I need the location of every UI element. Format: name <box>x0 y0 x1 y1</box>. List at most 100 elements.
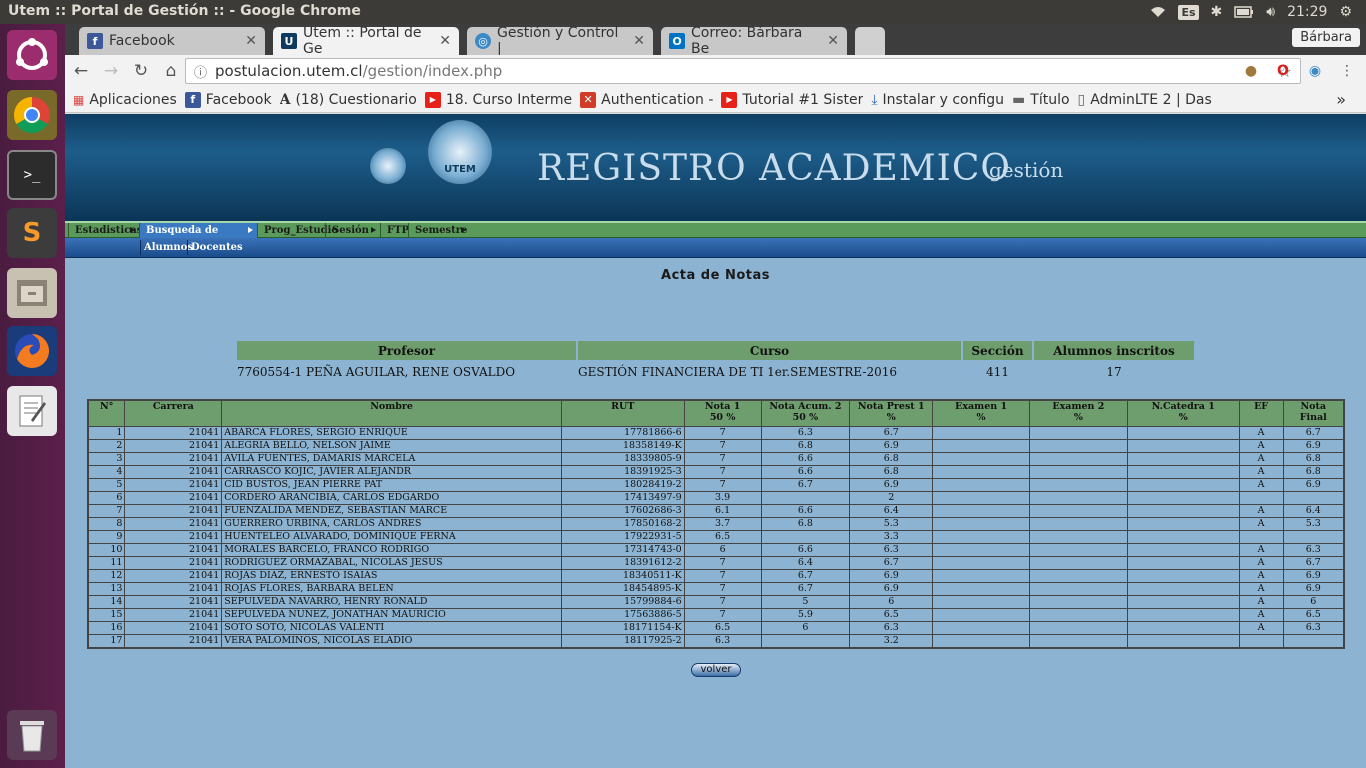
table-cell <box>1126 490 1240 505</box>
table-cell: 18391925-3 <box>560 464 685 479</box>
table-cell: 6.3 <box>1282 542 1345 557</box>
table-cell <box>1028 607 1128 622</box>
wifi-icon[interactable] <box>1150 6 1166 18</box>
menu-semestre[interactable]: Semestre <box>408 223 470 238</box>
battery-icon[interactable] <box>1234 6 1254 18</box>
info-icon[interactable]: ⓘ <box>194 62 207 81</box>
table-cell: A <box>1238 516 1284 531</box>
chrome-menu-icon[interactable]: ⋮ <box>1337 61 1357 81</box>
table-cell: CID BUSTOS, JEAN PIERRE PAT <box>221 477 562 492</box>
bluetooth-icon[interactable]: ✱ <box>1211 4 1223 20</box>
bookmark-titulo-folder[interactable]: ▬ Título <box>1012 92 1070 108</box>
close-tab-icon[interactable]: ✕ <box>827 33 839 49</box>
bookmarks-overflow-chevron[interactable]: » <box>1336 90 1346 109</box>
bookmark-tutorial[interactable]: ▶ Tutorial #1 Sister <box>721 91 863 108</box>
extension-cookie-icon[interactable]: ● <box>1241 61 1261 81</box>
menu-estadisticas[interactable]: Estadisticas <box>68 223 142 238</box>
table-cell <box>1028 503 1128 518</box>
table-cell: 6.5 <box>1282 607 1345 622</box>
menu-prog-estudio[interactable]: Prog_Estudio <box>257 223 338 238</box>
table-cell: A <box>1238 594 1284 609</box>
bookmark-instalar[interactable]: ⤓ Instalar y configu <box>871 92 1004 108</box>
table-cell <box>1028 477 1128 492</box>
bookmark-cuestionario[interactable]: A (18) Cuestionario <box>280 92 417 108</box>
tab-utem-portal[interactable]: U Utem :: Portal de Ge ✕ <box>273 25 459 57</box>
clock[interactable]: 21:29 <box>1287 4 1327 20</box>
table-cell <box>1126 438 1240 453</box>
bookmark-facebook[interactable]: f Facebook <box>184 91 272 108</box>
table-cell: 5.3 <box>1282 516 1345 531</box>
text-editor-icon[interactable] <box>7 386 57 436</box>
home-icon[interactable]: ⌂ <box>157 57 185 85</box>
grades-header-row: N° Carrera Nombre RUT Nota 1 50 % Nota A… <box>87 399 1345 427</box>
table-cell: 6.8 <box>1282 451 1345 466</box>
bookmark-authentication[interactable]: ✕ Authentication - <box>580 91 713 108</box>
forward-arrow-icon[interactable]: → <box>97 57 125 85</box>
header-alumnos-inscritos: Alumnos inscritos <box>1034 341 1194 360</box>
bookmark-curso-intermedio[interactable]: ▶ 18. Curso Interme <box>424 91 572 108</box>
trash-icon[interactable] <box>7 710 57 760</box>
web-page: UTEM REGISTRO ACADEMICO gestión Estadist… <box>65 114 1366 768</box>
table-cell: 6.3 <box>760 425 851 440</box>
chrome-launcher-icon[interactable] <box>7 90 57 140</box>
outlook-icon: O <box>669 33 685 49</box>
table-cell: MORALES BARCELO, FRANCO RODRIGO <box>221 542 562 557</box>
col-ef: EF <box>1238 399 1284 427</box>
table-cell: 8 <box>87 516 126 531</box>
table-row: 11 21041 RODRIGUEZ ORMAZABAL, NICOLAS JESU… <box>87 555 1345 570</box>
menu-ftp[interactable]: FTP <box>380 223 409 238</box>
files-icon[interactable] <box>7 268 57 318</box>
url-path: /gestion/index.php <box>362 62 503 80</box>
close-tab-icon[interactable]: ✕ <box>439 33 451 49</box>
facebook-icon: f <box>87 33 103 49</box>
table-cell: 6.4 <box>849 503 934 518</box>
table-cell <box>932 516 1030 531</box>
table-cell <box>1282 490 1345 505</box>
unity-launcher: >_ S <box>0 24 65 768</box>
table-cell: A <box>1238 503 1284 518</box>
table-cell: 21041 <box>124 477 223 492</box>
header-curso: Curso <box>578 341 961 360</box>
table-cell: 21041 <box>124 438 223 453</box>
table-row: 7 21041 FUENZALIDA MENDEZ, SEBASTIAN MARCE… <box>87 503 1345 518</box>
firefox-icon[interactable] <box>7 326 57 376</box>
site-submenu: Alumnos Docentes <box>65 238 1366 258</box>
volume-icon[interactable]: 🔊︎ <box>1266 4 1275 20</box>
table-cell <box>1126 568 1240 583</box>
tab-gestion-control[interactable]: ◎ Gestión y Control | ✕ <box>467 25 653 57</box>
banner-title: REGISTRO ACADEMICO <box>537 148 1011 189</box>
tab-correo[interactable]: O Correo: Bárbara Be ✕ <box>661 25 847 57</box>
ubuntu-dash-icon[interactable] <box>7 30 57 80</box>
table-cell: SOTO SOTO, NICOLAS VALENTI <box>221 620 562 635</box>
tab-facebook[interactable]: f Facebook ✕ <box>79 27 265 55</box>
volver-button[interactable]: volver <box>691 663 741 677</box>
install-icon: ⤓ <box>871 91 878 108</box>
close-tab-icon[interactable]: ✕ <box>633 33 645 49</box>
table-cell <box>760 529 851 544</box>
close-tab-icon[interactable]: ✕ <box>245 33 257 49</box>
col-rut: RUT <box>560 399 685 427</box>
keyboard-layout-indicator[interactable]: Es <box>1178 4 1199 20</box>
table-cell: 21041 <box>124 490 223 505</box>
table-cell: GUERRERO URBINA, CARLOS ANDRES <box>221 516 562 531</box>
extension-sync-icon[interactable]: ◉ <box>1305 61 1325 81</box>
bookmark-aplicaciones[interactable]: ▦ Aplicaciones <box>73 92 177 108</box>
reload-icon[interactable]: ↻ <box>127 57 155 85</box>
menu-busqueda-personas[interactable]: Busqueda de Personas <box>139 223 257 251</box>
sublime-text-icon[interactable]: S <box>7 208 57 258</box>
table-cell <box>1028 451 1128 466</box>
new-tab-button[interactable] <box>855 27 885 55</box>
address-bar[interactable]: ⓘ postulacion.utem.cl/gestion/index.php … <box>185 58 1301 84</box>
utem-logo: UTEM <box>428 120 492 184</box>
profile-button[interactable]: Bárbara <box>1292 28 1360 47</box>
settings-gear-icon[interactable]: ⚙︎ <box>1339 4 1352 20</box>
extension-opera-icon[interactable]: O <box>1273 61 1293 81</box>
table-cell: A <box>1238 451 1284 466</box>
table-row: 17 21041 VERA PALOMINOS, NICOLAS ELADIO 181… <box>87 633 1345 648</box>
terminal-icon[interactable]: >_ <box>7 150 57 200</box>
bookmark-adminlte[interactable]: ▯ AdminLTE 2 | Das <box>1078 92 1212 108</box>
header-profesor: Profesor <box>237 341 576 360</box>
submenu-docentes[interactable]: Docentes <box>187 240 246 255</box>
back-arrow-icon[interactable]: ← <box>67 57 95 85</box>
menu-sesion[interactable]: Sesión <box>325 223 380 238</box>
